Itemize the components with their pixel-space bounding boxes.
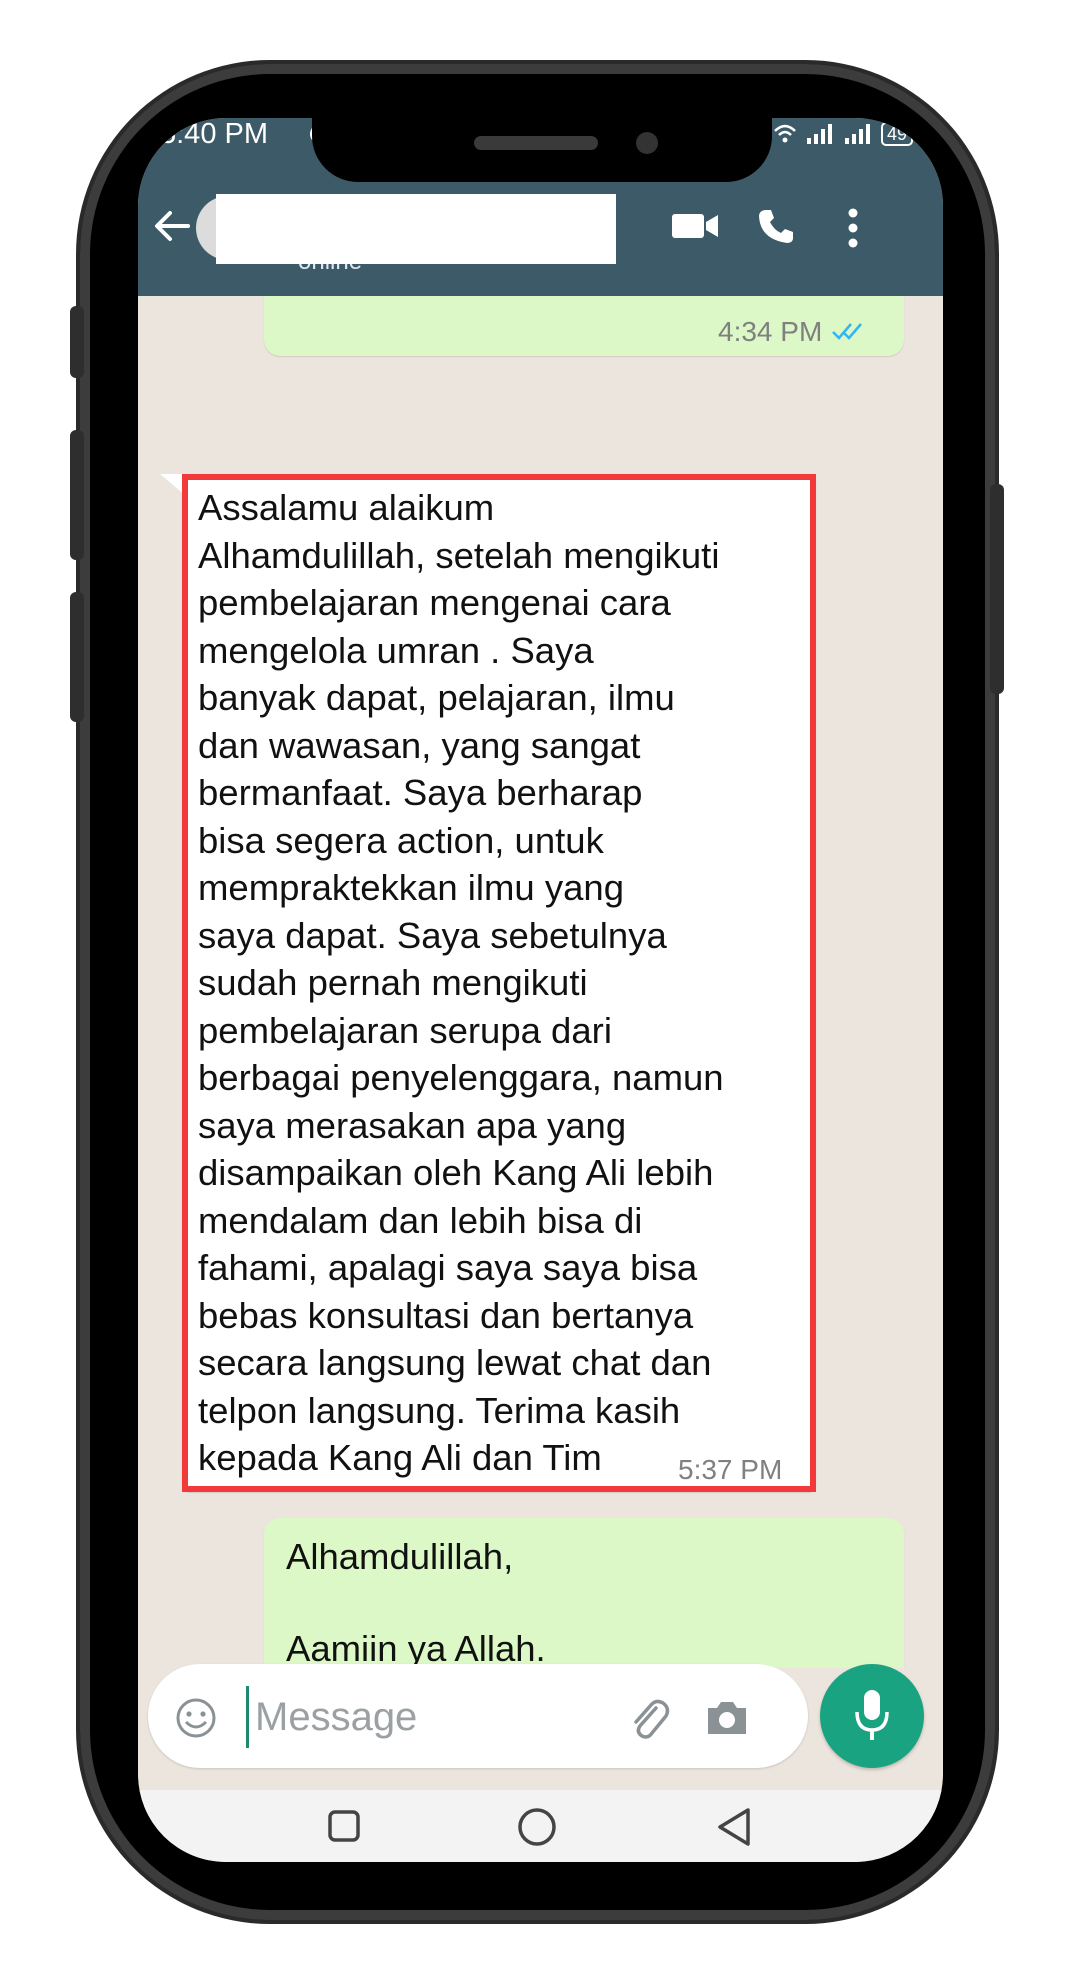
read-receipt-icon xyxy=(831,323,862,340)
status-icons: 49 xyxy=(773,122,913,146)
back-nav-icon[interactable] xyxy=(714,1806,754,1848)
status-time: 5:40 PM xyxy=(160,118,268,150)
back-arrow-icon[interactable] xyxy=(152,208,192,244)
phone-side-button xyxy=(70,306,84,378)
message-input[interactable] xyxy=(246,1686,617,1748)
outgoing-message-text: Alhamdulillah, Aamiin ya Allah. Terima k… xyxy=(286,1536,546,1668)
microphone-icon xyxy=(855,1690,889,1740)
earpiece-speaker xyxy=(474,136,598,150)
outgoing-message-time: 4:34 PM xyxy=(718,316,865,348)
emoji-icon[interactable] xyxy=(174,1696,218,1740)
more-options-icon[interactable] xyxy=(846,206,860,250)
mic-button[interactable] xyxy=(820,1664,924,1768)
phone-volume-down-button xyxy=(70,592,84,722)
android-nav-bar xyxy=(138,1790,943,1862)
signal-icon xyxy=(806,124,832,144)
incoming-message-time: 5:37 PM xyxy=(678,1454,783,1485)
battery-icon: 49 xyxy=(880,122,913,146)
phone-volume-up-button xyxy=(70,430,84,560)
recent-apps-icon[interactable] xyxy=(326,1808,362,1844)
attach-icon[interactable] xyxy=(626,1694,670,1742)
voice-call-icon[interactable] xyxy=(756,206,796,246)
contact-name-redacted[interactable] xyxy=(216,194,616,264)
camera-notch xyxy=(312,118,772,182)
video-call-icon[interactable] xyxy=(670,210,720,242)
wifi-icon xyxy=(774,124,796,143)
camera-icon[interactable] xyxy=(704,1698,750,1738)
incoming-message-text: Assalamu alaikum Alhamdulillah, setelah … xyxy=(198,487,724,1478)
battery-level: 49 xyxy=(886,124,907,144)
phone-screen: 5:40 PM 49 online xyxy=(138,118,943,1862)
home-icon[interactable] xyxy=(516,1806,558,1848)
front-camera xyxy=(636,132,658,154)
phone-power-button xyxy=(990,484,1004,694)
chat-area: 4:34 PM Assalamu alaikum Alhamdulillah, … xyxy=(138,296,943,1668)
signal-icon xyxy=(844,124,870,144)
